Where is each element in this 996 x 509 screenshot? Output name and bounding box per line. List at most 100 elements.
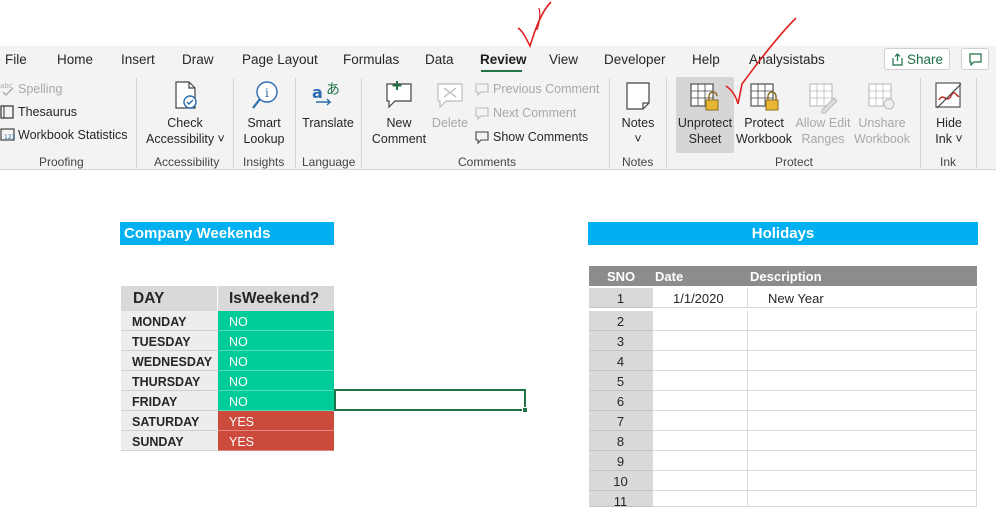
- isweekend-cell: YES: [218, 431, 334, 451]
- ribbon-divider: [920, 78, 921, 168]
- spelling-button[interactable]: Spelling: [18, 82, 62, 96]
- show-comments-icon: [475, 131, 489, 144]
- thesaurus-button[interactable]: Thesaurus: [18, 105, 77, 119]
- previous-comment-button[interactable]: Previous Comment: [493, 82, 599, 96]
- table-row[interactable]: 1 1/1/2020 New Year: [589, 288, 977, 308]
- isweekend-cell: NO: [218, 371, 334, 391]
- allow-edit-ranges-button[interactable]: Allow Edit Ranges: [794, 115, 852, 147]
- check-accessibility-line2: Accessibility: [146, 132, 215, 146]
- check-accessibility-icon: [175, 81, 197, 109]
- description-cell: [748, 471, 977, 491]
- group-label-protect: Protect: [775, 155, 814, 169]
- thesaurus-icon: [0, 105, 14, 119]
- sno-column-header: SNO: [607, 269, 636, 284]
- annotation-tick-icon: [517, 1, 552, 49]
- ribbon-divider: [233, 78, 234, 168]
- selected-cell[interactable]: [334, 389, 526, 411]
- hide-ink-button[interactable]: Hide Ink ˅: [926, 115, 972, 147]
- delete-comment-button[interactable]: Delete: [428, 115, 472, 131]
- unprotect-sheet-line2: Sheet: [688, 132, 722, 146]
- table-row[interactable]: 5: [589, 371, 977, 391]
- table-row[interactable]: SUNDAY YES: [121, 431, 334, 451]
- table-row[interactable]: FRIDAY NO: [121, 391, 334, 411]
- unshare-workbook-button[interactable]: Unshare Workbook: [852, 115, 912, 147]
- protect-workbook-button[interactable]: Protect Workbook: [734, 115, 794, 147]
- menu-formulas[interactable]: Formulas: [343, 52, 399, 67]
- group-label-insights: Insights: [243, 155, 285, 169]
- menu-developer[interactable]: Developer: [604, 52, 666, 67]
- annotation-arrow-icon: [725, 17, 797, 105]
- menu-view[interactable]: View: [549, 52, 578, 67]
- check-accessibility-line1: Check: [167, 116, 203, 130]
- day-cell: SATURDAY: [121, 411, 218, 431]
- table-row[interactable]: 2: [589, 311, 977, 331]
- unprotect-sheet-icon: [690, 83, 719, 111]
- table-row[interactable]: 6: [589, 391, 977, 411]
- translate-icon: aあ: [312, 82, 340, 106]
- spelling-icon: abc: [0, 82, 14, 96]
- sno-cell: 2: [589, 311, 652, 331]
- next-comment-button[interactable]: Next Comment: [493, 106, 576, 120]
- sno-cell: 7: [589, 411, 652, 431]
- sno-cell: 4: [589, 351, 652, 371]
- svg-text:i: i: [265, 86, 269, 100]
- description-cell: [748, 371, 977, 391]
- menu-draw[interactable]: Draw: [182, 52, 214, 67]
- protect-workbook-line1: Protect: [744, 116, 784, 130]
- table-row[interactable]: 3: [589, 331, 977, 351]
- menu-home[interactable]: Home: [57, 52, 93, 67]
- menu-page-layout[interactable]: Page Layout: [242, 52, 318, 67]
- description-column-header: Description: [750, 269, 822, 284]
- date-cell: [652, 391, 748, 411]
- table-row[interactable]: 9: [589, 451, 977, 471]
- day-cell: WEDNESDAY: [121, 351, 218, 371]
- table-row[interactable]: 11: [589, 491, 977, 509]
- check-accessibility-button[interactable]: Check Accessibility ˅: [146, 115, 225, 147]
- sno-cell: 3: [589, 331, 652, 351]
- workbook-statistics-button[interactable]: Workbook Statistics: [18, 128, 128, 142]
- group-label-notes: Notes: [622, 155, 654, 169]
- allow-edit-ranges-icon: [809, 83, 838, 114]
- ribbon-divider: [361, 78, 362, 168]
- weekends-title: Company Weekends: [120, 222, 334, 245]
- table-row[interactable]: 7: [589, 411, 977, 431]
- translate-button[interactable]: Translate: [300, 115, 356, 131]
- new-comment-button[interactable]: New Comment: [366, 115, 432, 147]
- unprotect-sheet-button[interactable]: Unprotect Sheet: [676, 115, 734, 147]
- group-label-language: Language: [302, 155, 356, 169]
- day-cell: THURSDAY: [121, 371, 218, 391]
- notes-label: Notes: [621, 116, 655, 130]
- smart-lookup-button[interactable]: Smart Lookup: [238, 115, 290, 147]
- day-cell: TUESDAY: [121, 331, 218, 351]
- sno-cell: 8: [589, 431, 652, 451]
- previous-comment-icon: [475, 83, 489, 96]
- menu-data[interactable]: Data: [425, 52, 454, 67]
- menu-file[interactable]: File: [5, 52, 27, 67]
- date-cell: [652, 431, 748, 451]
- fill-handle[interactable]: [522, 407, 528, 413]
- table-row[interactable]: WEDNESDAY NO: [121, 351, 334, 371]
- isweekend-cell: NO: [218, 351, 334, 371]
- notes-button[interactable]: Notes ˅: [616, 115, 660, 147]
- menu-review[interactable]: Review: [480, 52, 527, 67]
- table-row[interactable]: MONDAY NO: [121, 311, 334, 331]
- date-cell: [652, 411, 748, 431]
- table-row[interactable]: 4: [589, 351, 977, 371]
- smart-lookup-line2: Lookup: [243, 132, 285, 146]
- group-label-comments: Comments: [458, 155, 517, 169]
- menu-help[interactable]: Help: [692, 52, 720, 67]
- menu-insert[interactable]: Insert: [121, 52, 155, 67]
- delete-comment-icon: [437, 83, 463, 109]
- show-comments-button[interactable]: Show Comments: [493, 130, 588, 144]
- table-row[interactable]: TUESDAY NO: [121, 331, 334, 351]
- description-cell: [748, 351, 977, 371]
- table-row[interactable]: 10: [589, 471, 977, 491]
- sno-cell: 1: [589, 288, 652, 308]
- table-row[interactable]: 8: [589, 431, 977, 451]
- group-label-proofing: Proofing: [39, 155, 84, 169]
- table-row[interactable]: THURSDAY NO: [121, 371, 334, 391]
- description-cell: [748, 491, 977, 507]
- comments-pane-button[interactable]: [961, 48, 989, 70]
- table-row[interactable]: SATURDAY YES: [121, 411, 334, 431]
- share-button[interactable]: Share: [884, 48, 950, 70]
